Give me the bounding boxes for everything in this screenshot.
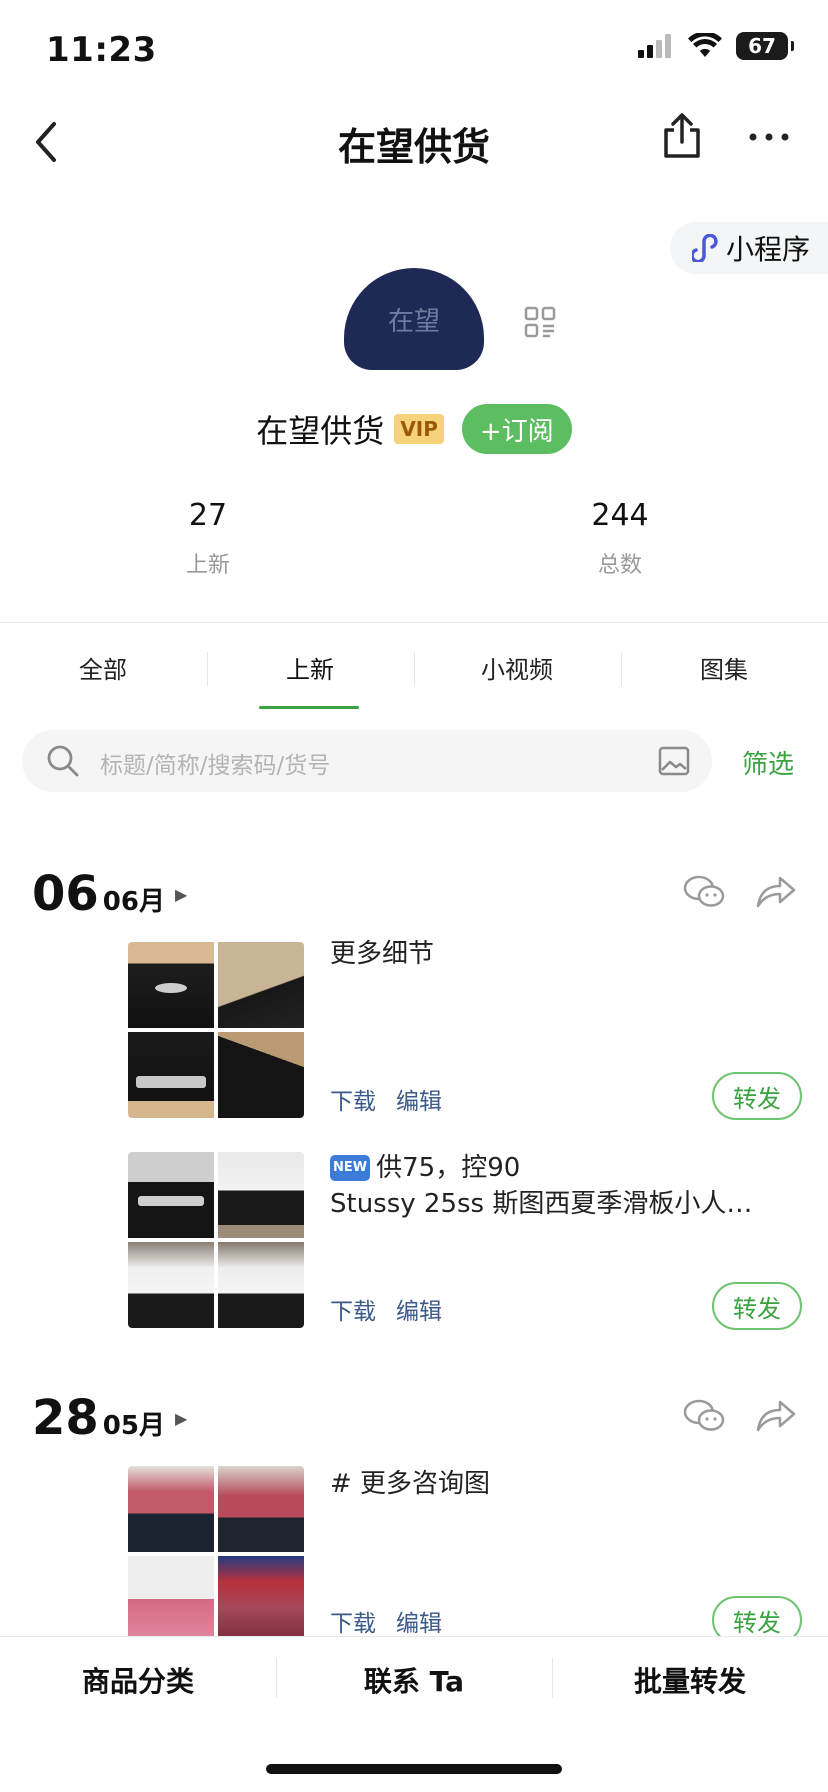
more-icon[interactable] bbox=[746, 122, 792, 152]
post-image-grid[interactable] bbox=[128, 942, 304, 1118]
active-tab-indicator bbox=[259, 706, 359, 709]
stat-new-value: 27 bbox=[188, 498, 228, 533]
wechat-share-icon[interactable] bbox=[682, 1398, 726, 1434]
stat-total[interactable]: 244 总数 bbox=[550, 498, 690, 579]
thumbnail[interactable] bbox=[218, 1032, 304, 1118]
divider bbox=[0, 622, 828, 623]
thumbnail[interactable] bbox=[128, 1242, 214, 1328]
thumbnail[interactable] bbox=[218, 1152, 304, 1238]
home-indicator bbox=[266, 1764, 562, 1774]
search-icon bbox=[47, 745, 79, 777]
thumbnail[interactable] bbox=[218, 1242, 304, 1328]
tab-videos[interactable]: 小视频 bbox=[414, 650, 620, 685]
new-badge-icon: NEW bbox=[330, 1155, 371, 1181]
post-actions: 下载 编辑 bbox=[330, 1082, 442, 1116]
date-month: 05月 bbox=[102, 1411, 165, 1441]
mini-program-label: 小程序 bbox=[725, 233, 810, 266]
vip-badge: VIP bbox=[394, 414, 444, 444]
battery-indicator: 67 bbox=[736, 32, 794, 60]
thumbnail[interactable] bbox=[218, 1466, 304, 1552]
post-image-grid[interactable] bbox=[128, 1466, 304, 1642]
filter-button[interactable]: 筛选 bbox=[742, 744, 794, 781]
stat-new[interactable]: 27 上新 bbox=[138, 498, 278, 579]
thumbnail[interactable] bbox=[128, 1556, 214, 1642]
avatar-text: 在望 bbox=[387, 306, 440, 337]
avatar[interactable]: 在望 bbox=[344, 268, 484, 370]
tab-all[interactable]: 全部 bbox=[0, 650, 206, 685]
post-actions: 下载 编辑 bbox=[330, 1292, 442, 1326]
post-text: 供75，控90 bbox=[376, 1153, 521, 1183]
caret-right-icon: ▶ bbox=[174, 884, 188, 904]
download-link[interactable]: 下载 bbox=[330, 1292, 376, 1326]
edit-link[interactable]: 编辑 bbox=[396, 1604, 442, 1638]
logo-graphic-icon bbox=[136, 1076, 206, 1088]
stat-total-value: 244 bbox=[591, 498, 649, 533]
logo-graphic-icon bbox=[138, 1196, 204, 1206]
thumbnail[interactable] bbox=[128, 942, 214, 1028]
post-text: # 更多咨询图 bbox=[330, 1469, 491, 1499]
post-text-line2: Stussy 25ss 斯图西夏季滑板小人… bbox=[330, 1189, 753, 1219]
share-icon[interactable] bbox=[660, 112, 704, 160]
mini-program-button[interactable]: 小程序 bbox=[669, 222, 828, 274]
qr-code-icon[interactable] bbox=[524, 306, 556, 338]
tab-new[interactable]: 上新 bbox=[207, 650, 413, 685]
logo-graphic-icon bbox=[155, 983, 187, 993]
image-search-icon[interactable] bbox=[658, 746, 690, 776]
wechat-share-icon[interactable] bbox=[682, 874, 726, 910]
post-text-block: NEW 供75，控90 Stussy 25ss 斯图西夏季滑板小人… bbox=[330, 1150, 790, 1222]
wifi-icon bbox=[688, 33, 722, 57]
profile-name: 在望供货 bbox=[256, 412, 385, 450]
forward-button[interactable]: 转发 bbox=[712, 1282, 802, 1330]
caret-right-icon: ▶ bbox=[174, 1408, 188, 1428]
signal-icon bbox=[638, 34, 671, 58]
thumbnail[interactable] bbox=[218, 1556, 304, 1642]
date-day: 28 bbox=[32, 1390, 99, 1446]
contact-button[interactable]: 联系 Ta bbox=[276, 1660, 552, 1700]
stat-new-label: 上新 bbox=[185, 553, 230, 578]
forward-arrow-icon[interactable] bbox=[754, 874, 798, 910]
thumbnail[interactable] bbox=[128, 1466, 214, 1552]
batch-forward-button[interactable]: 批量转发 bbox=[552, 1660, 828, 1700]
stat-total-label: 总数 bbox=[597, 553, 642, 578]
category-button[interactable]: 商品分类 bbox=[0, 1660, 276, 1700]
search-placeholder: 标题/简称/搜索码/货号 bbox=[100, 753, 331, 779]
edit-link[interactable]: 编辑 bbox=[396, 1292, 442, 1326]
status-time: 11:23 bbox=[46, 30, 157, 70]
status-icons: 67 bbox=[638, 32, 794, 60]
thumbnail[interactable] bbox=[128, 1152, 214, 1238]
post-actions: 下载 编辑 bbox=[330, 1604, 442, 1638]
post-text: 更多细节 bbox=[330, 939, 435, 969]
thumbnail[interactable] bbox=[128, 1032, 214, 1118]
download-link[interactable]: 下载 bbox=[330, 1082, 376, 1116]
post-image-grid[interactable] bbox=[128, 1152, 304, 1328]
date-month: 06月 bbox=[102, 887, 165, 917]
download-link[interactable]: 下载 bbox=[330, 1604, 376, 1638]
profile-row: 在望供货 VIP +订阅 bbox=[0, 404, 828, 454]
date-day: 06 bbox=[32, 866, 99, 922]
date-header[interactable]: 28 05月 ▶ bbox=[32, 1390, 187, 1446]
thumbnail[interactable] bbox=[218, 942, 304, 1028]
date-header[interactable]: 06 06月 ▶ bbox=[32, 866, 187, 922]
tab-albums[interactable]: 图集 bbox=[621, 650, 827, 685]
forward-arrow-icon[interactable] bbox=[754, 1398, 798, 1434]
forward-button[interactable]: 转发 bbox=[712, 1072, 802, 1120]
subscribe-button[interactable]: +订阅 bbox=[461, 404, 572, 454]
edit-link[interactable]: 编辑 bbox=[396, 1082, 442, 1116]
mini-program-icon bbox=[691, 234, 718, 262]
